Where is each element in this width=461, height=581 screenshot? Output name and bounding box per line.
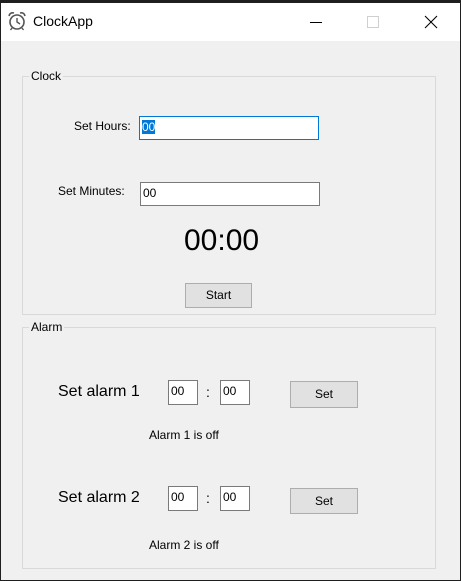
alarm-2-set-button[interactable]: Set — [290, 488, 358, 514]
hours-input[interactable]: 00 — [139, 116, 319, 140]
set-alarm-1-label: Set alarm 1 — [58, 383, 140, 400]
alarm-2-minutes-value: 00 — [223, 490, 237, 504]
clock-group-label: Clock — [31, 69, 62, 83]
alarm-1-hours-input[interactable]: 00 — [168, 380, 198, 405]
set-minutes-label: Set Minutes: — [58, 184, 125, 198]
alarm-2-hours-input[interactable]: 00 — [168, 486, 198, 511]
close-icon — [424, 15, 438, 29]
alarm-group-label: Alarm — [31, 320, 63, 334]
alarm-2-hours-value: 00 — [171, 490, 185, 504]
alarm-1-minutes-input[interactable]: 00 — [220, 380, 250, 405]
minutes-input-value: 00 — [143, 186, 157, 200]
maximize-button[interactable] — [350, 3, 396, 41]
alarm-group: Alarm — [22, 320, 436, 569]
alarm-2-minutes-input[interactable]: 00 — [220, 486, 250, 511]
alarm-2-separator: : — [206, 490, 210, 506]
alarm-1-hours-value: 00 — [171, 384, 185, 398]
alarm-1-minutes-value: 00 — [223, 384, 237, 398]
start-button[interactable]: Start — [185, 283, 252, 308]
window-title: ClockApp — [33, 13, 93, 29]
set-hours-label: Set Hours: — [74, 119, 131, 133]
clock-display: 00:00 — [184, 224, 260, 257]
alarm-1-status: Alarm 1 is off — [149, 428, 219, 442]
minimize-button[interactable] — [293, 3, 339, 41]
app-window: ClockApp Clock Set Hours: 00 Set Minutes… — [0, 0, 461, 581]
hours-input-value: 00 — [142, 120, 156, 134]
close-button[interactable] — [408, 3, 454, 41]
alarm-1-set-button[interactable]: Set — [290, 381, 358, 408]
alarm-clock-icon — [7, 11, 27, 31]
alarm-2-status: Alarm 2 is off — [149, 538, 219, 552]
minutes-input[interactable]: 00 — [140, 182, 320, 206]
set-alarm-2-label: Set alarm 2 — [58, 489, 140, 506]
minimize-icon — [310, 22, 322, 23]
title-bar[interactable]: ClockApp — [1, 3, 460, 41]
alarm-1-separator: : — [206, 384, 210, 400]
maximize-icon — [367, 16, 379, 28]
